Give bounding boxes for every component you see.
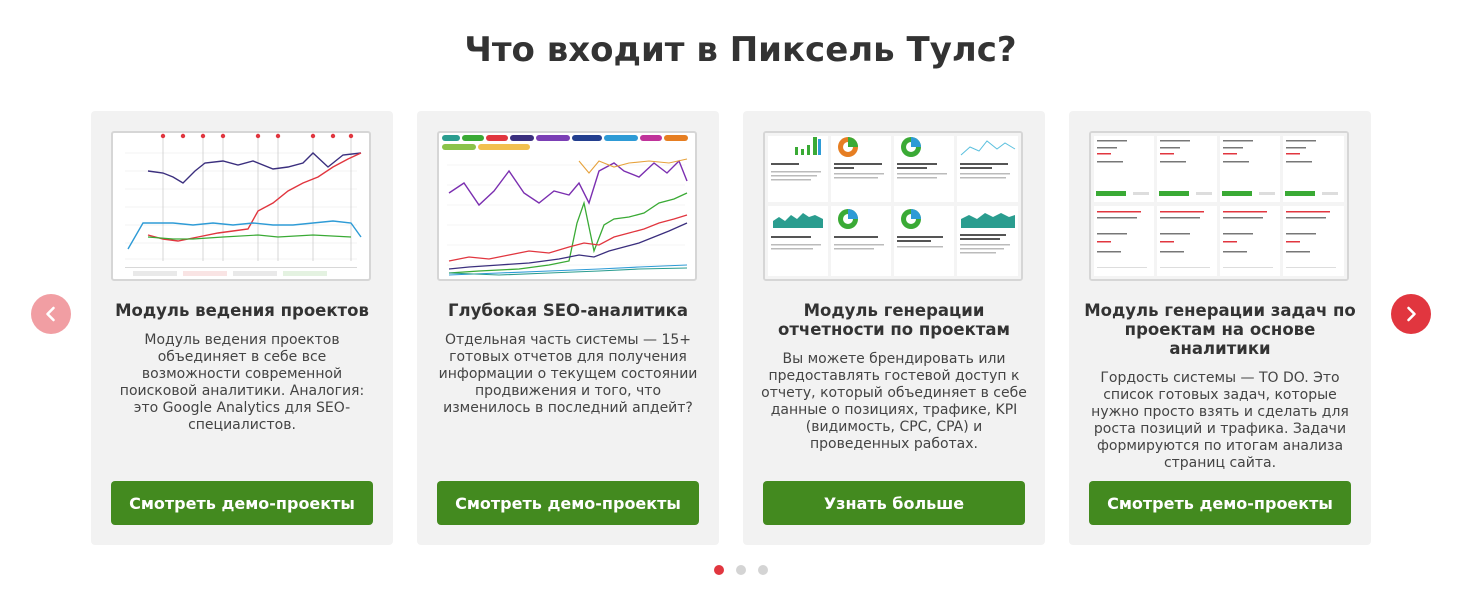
- carousel-pagination: [0, 565, 1481, 575]
- task-board-preview-image: [1091, 133, 1347, 279]
- carousel-prev-button[interactable]: [31, 294, 71, 334]
- card-title: Модуль ведения проектов: [115, 301, 369, 320]
- card-preview-image[interactable]: [1089, 131, 1349, 281]
- card-preview-image[interactable]: [763, 131, 1023, 281]
- view-demo-projects-button[interactable]: Смотреть демо-проекты: [1089, 481, 1351, 525]
- report-dashboard-preview-image: [765, 133, 1021, 279]
- view-demo-projects-button[interactable]: Смотреть демо-проекты: [437, 481, 699, 525]
- view-demo-projects-button[interactable]: Смотреть демо-проекты: [111, 481, 373, 525]
- card-seo-analytics: Глубокая SEO-аналитика Отдельная часть с…: [417, 111, 719, 545]
- pagination-dot-3[interactable]: [757, 565, 768, 575]
- pagination-dot-1[interactable]: [713, 565, 724, 575]
- card-description: Гордость системы — TO DO. Это список гот…: [1091, 370, 1349, 471]
- line-chart-preview-image: [125, 133, 362, 276]
- card-project-module: Модуль ведения проектов Модуль ведения п…: [91, 111, 393, 545]
- learn-more-button[interactable]: Узнать больше: [763, 481, 1025, 525]
- card-title: Модуль генерации отчетности по проектам: [778, 301, 1010, 339]
- chevron-left-icon: [46, 306, 55, 322]
- pagination-dot-2[interactable]: [735, 565, 746, 575]
- card-report-module: Модуль генерации отчетности по проектам …: [743, 111, 1045, 545]
- chevron-right-icon: [1407, 306, 1416, 322]
- card-preview-image[interactable]: [111, 131, 371, 281]
- card-title: Глубокая SEO-аналитика: [448, 301, 688, 320]
- card-description: Модуль ведения проектов объединяет в себ…: [119, 332, 365, 433]
- card-description: Отдельная часть системы — 15+ готовых от…: [438, 332, 698, 416]
- card-description: Вы можете брендировать или предоставлять…: [761, 351, 1027, 452]
- card-task-module: Модуль генерации задач по проектам на ос…: [1069, 111, 1371, 545]
- card-preview-image[interactable]: [437, 131, 697, 281]
- carousel-next-button[interactable]: [1391, 294, 1431, 334]
- page-title: Что входит в Пиксель Тулс?: [464, 30, 1017, 70]
- multi-series-chart-preview-image: [442, 135, 688, 276]
- card-title: Модуль генерации задач по проектам на ос…: [1084, 301, 1356, 358]
